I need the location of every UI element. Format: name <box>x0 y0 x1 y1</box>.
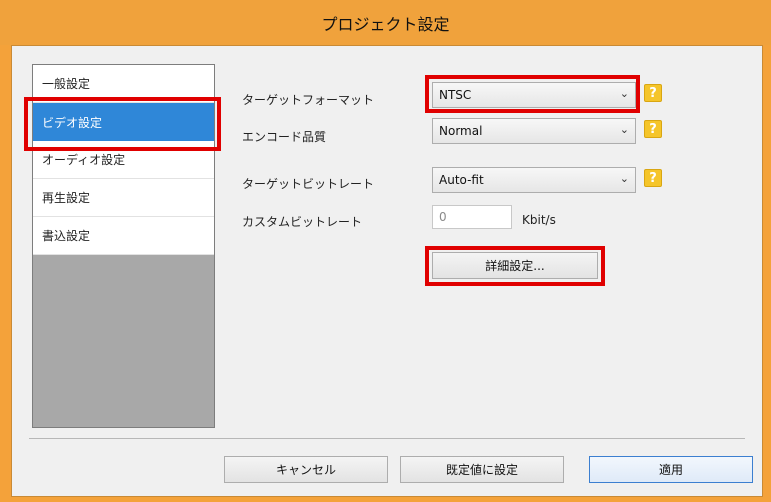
custom-bitrate-input[interactable]: 0 <box>432 205 512 229</box>
chevron-down-icon: ⌄ <box>619 123 629 136</box>
cancel-button[interactable]: キャンセル <box>224 456 388 483</box>
set-default-button[interactable]: 既定値に設定 <box>400 456 564 483</box>
window-title: プロジェクト設定 <box>0 0 771 45</box>
target-format-select[interactable]: NTSC ⌄ <box>432 82 636 108</box>
sidebar-item-general[interactable]: 一般設定 <box>33 65 214 103</box>
encode-quality-value: Normal <box>439 124 483 138</box>
chevron-down-icon: ⌄ <box>619 87 629 100</box>
dialog-client-area: 一般設定 ビデオ設定 オーディオ設定 再生設定 書込設定 ターゲットフォーマット… <box>11 45 763 497</box>
encode-quality-label: エンコード品質 <box>242 130 327 144</box>
custom-bitrate-label: カスタムビットレート <box>242 215 363 229</box>
custom-bitrate-unit: Kbit/s <box>522 213 556 227</box>
help-icon[interactable]: ? <box>644 120 662 138</box>
help-icon[interactable]: ? <box>644 84 662 102</box>
project-settings-window: プロジェクト設定 一般設定 ビデオ設定 オーディオ設定 再生設定 書込設定 ター… <box>0 0 771 502</box>
encode-quality-select[interactable]: Normal ⌄ <box>432 118 636 144</box>
target-bitrate-value: Auto-fit <box>439 173 484 187</box>
footer-divider <box>29 438 745 439</box>
target-format-label: ターゲットフォーマット <box>242 93 375 107</box>
target-format-value: NTSC <box>439 88 472 102</box>
chevron-down-icon: ⌄ <box>619 172 629 185</box>
apply-button[interactable]: 適用 <box>589 456 753 483</box>
settings-sidebar: 一般設定 ビデオ設定 オーディオ設定 再生設定 書込設定 <box>32 64 215 428</box>
sidebar-item-playback[interactable]: 再生設定 <box>33 179 214 217</box>
advanced-settings-button[interactable]: 詳細設定... <box>432 252 598 279</box>
sidebar-item-audio[interactable]: オーディオ設定 <box>33 141 214 179</box>
help-icon[interactable]: ? <box>644 169 662 187</box>
sidebar-item-burn[interactable]: 書込設定 <box>33 217 214 255</box>
sidebar-item-video[interactable]: ビデオ設定 <box>33 103 214 141</box>
target-bitrate-select[interactable]: Auto-fit ⌄ <box>432 167 636 193</box>
target-bitrate-label: ターゲットビットレート <box>242 177 375 191</box>
